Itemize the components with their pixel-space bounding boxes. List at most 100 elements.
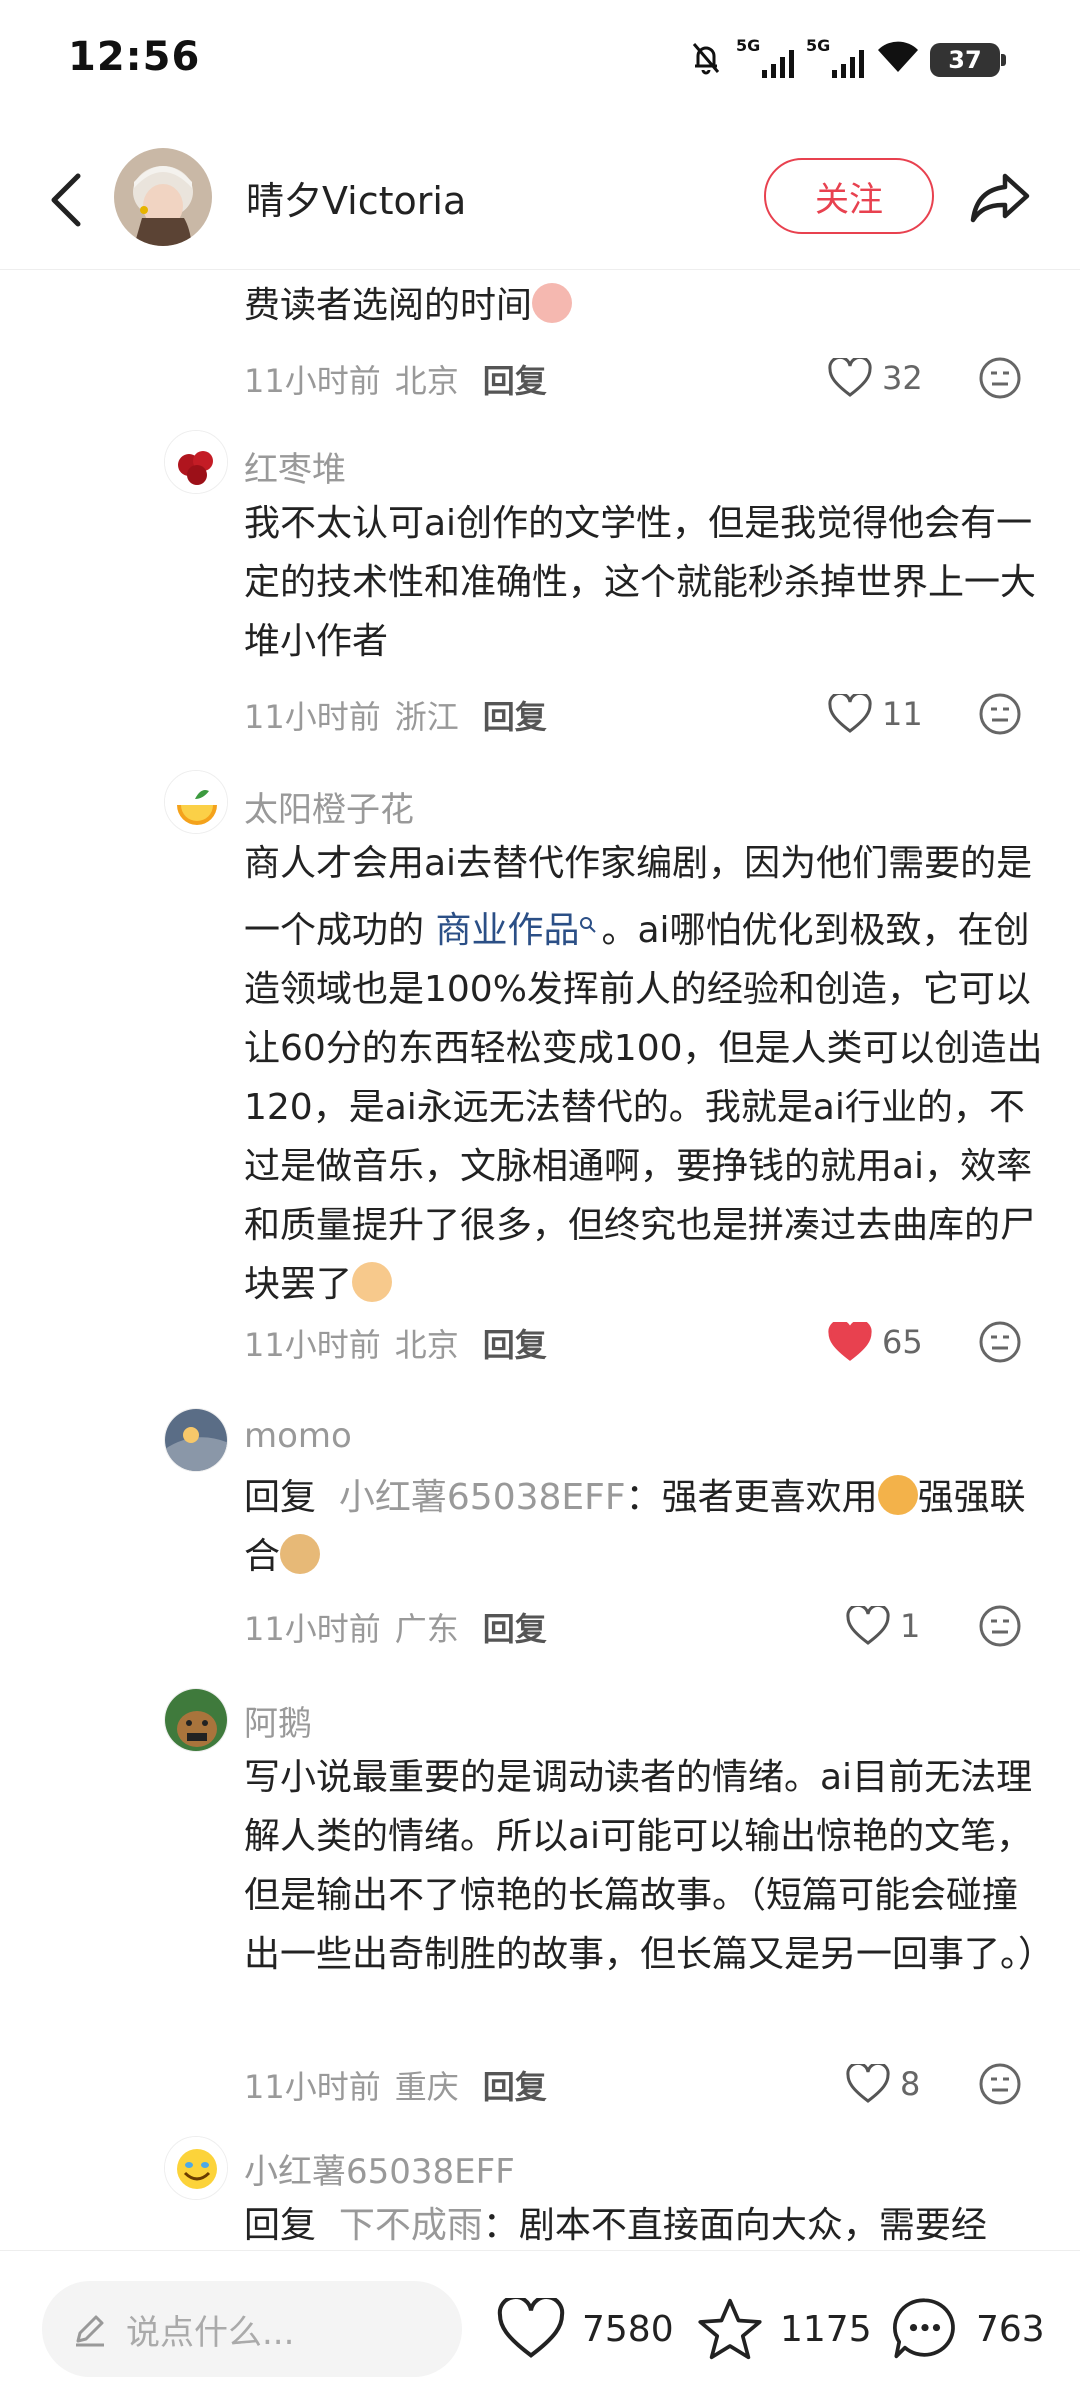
comment-count: 763 xyxy=(976,2308,1045,2350)
reply-to-username[interactable]: 小红薯65038EFF xyxy=(339,1477,626,1518)
author-avatar[interactable] xyxy=(114,148,212,246)
comment-location: 北京 xyxy=(394,1326,459,1364)
comment-meta: 11小时前 北京 回复 xyxy=(244,356,547,402)
emoji-react-icon[interactable] xyxy=(976,1318,1024,1366)
wifi-icon xyxy=(876,40,920,80)
star-icon xyxy=(698,2298,762,2360)
emoji-react-icon[interactable] xyxy=(976,354,1024,402)
comment-input[interactable]: 说点什么... xyxy=(42,2281,462,2377)
user-avatar[interactable] xyxy=(164,2136,228,2200)
comment-item: 太阳橙子花 商人才会用ai去替代作家编剧，因为他们需要的是一个成功的 商业作品。… xyxy=(0,770,1080,1364)
comment-text: 费读者选阅的时间 xyxy=(244,276,1044,335)
like-count: 65 xyxy=(882,1323,923,1361)
blush-emoji-icon xyxy=(532,283,573,323)
comment-bubble-icon xyxy=(893,2298,955,2359)
comment-item: 小红薯65038EFF 回复 下不成雨：剧本不直接面向大众，需要经 xyxy=(0,2136,1080,2250)
cat-crying-emoji-icon xyxy=(877,1475,918,1515)
comment-item: 阿鹅 写小说最重要的是调动读者的情绪。ai目前无法理解人类的情绪。所以ai可能可… xyxy=(0,1688,1080,2106)
reply-button[interactable]: 回复 xyxy=(483,692,547,738)
emoji-react-icon[interactable] xyxy=(976,2060,1024,2108)
bottom-bar: 说点什么... 7580 1175 763 xyxy=(0,2250,1080,2403)
comment-time: 11小时前 xyxy=(244,1326,381,1364)
follow-button[interactable]: 关注 xyxy=(764,158,934,234)
comment-text: 商人才会用ai去替代作家编剧，因为他们需要的是一个成功的 商业作品 。ai哪怕优化… xyxy=(244,843,1043,1305)
reply-button[interactable]: 回复 xyxy=(483,1320,547,1366)
search-link[interactable]: 商业作品 xyxy=(435,910,579,951)
user-avatar[interactable] xyxy=(164,770,228,834)
like-count: 32 xyxy=(882,359,923,397)
doge-emoji-icon xyxy=(280,1534,321,1574)
pencil-icon xyxy=(76,2315,104,2347)
comment-username[interactable]: 红枣堆 xyxy=(244,442,346,491)
like-post-button[interactable]: 7580 xyxy=(496,2291,674,2367)
signal-icon-2: 5G xyxy=(806,36,866,84)
user-avatar[interactable] xyxy=(164,1408,228,1472)
signal-icon: 5G xyxy=(736,36,796,84)
like-count: 1 xyxy=(900,1607,921,1645)
reply-button[interactable]: 回复 xyxy=(483,1604,547,1650)
comment-time: 11小时前 xyxy=(244,1610,381,1648)
comment-meta: 11小时前 浙江 回复 xyxy=(244,692,547,738)
back-icon[interactable] xyxy=(36,168,96,232)
header: 晴夕Victoria 关注 xyxy=(0,130,1080,270)
like-button[interactable]: 8 xyxy=(846,2058,956,2110)
post-like-count: 7580 xyxy=(582,2308,674,2350)
like-button[interactable]: 1 xyxy=(846,1600,956,1652)
comment-username[interactable]: 太阳橙子花 xyxy=(244,782,414,831)
comment-username[interactable]: 小红薯65038EFF xyxy=(244,2144,515,2193)
mute-bell-icon xyxy=(686,38,726,82)
like-button[interactable]: 65 xyxy=(828,1316,938,1368)
status-time: 12:56 xyxy=(68,34,201,80)
status-icons: 5G 5G 37 xyxy=(686,36,1006,84)
collect-count: 1175 xyxy=(780,2308,872,2350)
heart-icon xyxy=(846,2064,890,2103)
comment-text: 回复 小红薯65038EFF：强者更喜欢用 强强联合 xyxy=(244,1475,1026,1577)
user-avatar[interactable] xyxy=(164,430,228,494)
heart-filled-icon xyxy=(828,1322,872,1361)
battery-icon: 37 xyxy=(930,43,1006,77)
like-count: 11 xyxy=(882,695,923,733)
comment-location: 重庆 xyxy=(394,2068,459,2106)
user-avatar[interactable] xyxy=(164,1688,228,1752)
heart-icon xyxy=(846,1606,890,1645)
comment-text: 写小说最重要的是调动读者的情绪。ai目前无法理解人类的情绪。所以ai可能可以输出… xyxy=(244,1757,1055,1975)
comment-meta: 11小时前 重庆 回复 xyxy=(244,2062,547,2108)
comment-time: 11小时前 xyxy=(244,362,381,400)
comment-item: 红枣堆 我不太认可ai创作的文学性，但是我觉得他会有一定的技术性和准确性，这个就… xyxy=(0,430,1080,736)
like-button[interactable]: 11 xyxy=(828,688,938,740)
comment-username[interactable]: momo xyxy=(244,1416,352,1456)
network-type: 5G xyxy=(736,36,761,55)
comment-count-button[interactable]: 763 xyxy=(890,2291,1045,2367)
heart-icon xyxy=(497,2298,565,2358)
comment-text: 回复 下不成雨：剧本不直接面向大众，需要经 xyxy=(244,2205,987,2246)
reply-button[interactable]: 回复 xyxy=(483,356,547,402)
emoji-react-icon[interactable] xyxy=(976,1602,1024,1650)
heart-icon xyxy=(828,694,872,733)
heart-icon xyxy=(828,358,872,397)
status-bar: 12:56 5G 5G 37 xyxy=(0,0,1080,120)
like-count: 8 xyxy=(900,2065,921,2103)
comment-username[interactable]: 阿鹅 xyxy=(244,1696,312,1745)
crying-emoji-icon xyxy=(352,1262,393,1302)
author-name[interactable]: 晴夕Victoria xyxy=(246,170,466,225)
comment-placeholder: 说点什么... xyxy=(126,2312,295,2353)
emoji-react-icon[interactable] xyxy=(976,690,1024,738)
comment-list[interactable]: 费读者选阅的时间 11小时前 北京 回复 32 红枣堆 我不太认可ai创作的文学… xyxy=(0,270,1080,2250)
comment-location: 广东 xyxy=(394,1610,459,1648)
search-small-icon xyxy=(579,893,601,933)
collect-button[interactable]: 1175 xyxy=(696,2291,872,2367)
comment-location: 北京 xyxy=(394,362,459,400)
reply-to-username[interactable]: 下不成雨 xyxy=(339,2205,483,2246)
comment-time: 11小时前 xyxy=(244,698,381,736)
comment-meta: 11小时前 广东 回复 xyxy=(244,1604,547,1650)
comment-meta: 11小时前 北京 回复 xyxy=(244,1320,547,1366)
comment-text: 我不太认可ai创作的文学性，但是我觉得他会有一定的技术性和准确性，这个就能秒杀掉… xyxy=(244,503,1037,662)
reply-button[interactable]: 回复 xyxy=(483,2062,547,2108)
comment-location: 浙江 xyxy=(394,698,459,736)
network-type-2: 5G xyxy=(806,36,831,55)
comment-item: momo 回复 小红薯65038EFF：强者更喜欢用 强强联合 11小时前 广东 … xyxy=(0,1408,1080,1648)
share-icon[interactable] xyxy=(964,162,1036,234)
comment-item: 费读者选阅的时间 11小时前 北京 回复 32 xyxy=(0,270,1080,420)
like-button[interactable]: 32 xyxy=(828,352,938,404)
comment-time: 11小时前 xyxy=(244,2068,381,2106)
